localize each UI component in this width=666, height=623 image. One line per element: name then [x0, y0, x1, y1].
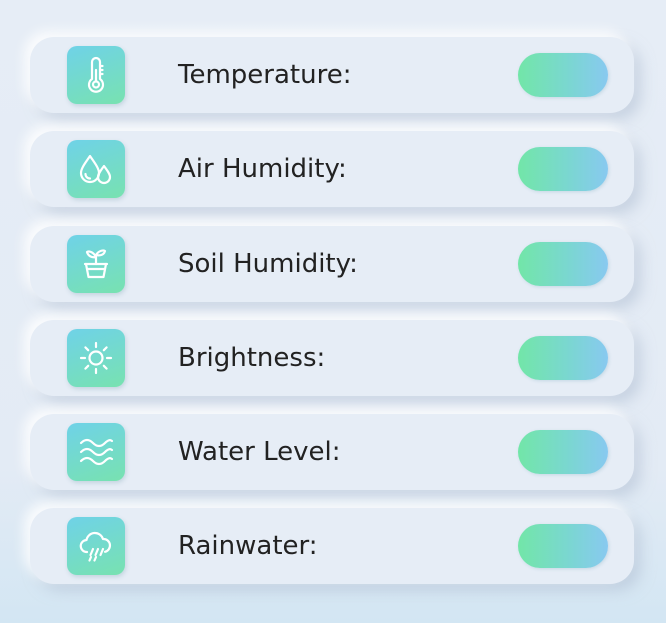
sensor-label: Soil Humidity: — [178, 249, 358, 279]
sensor-label: Water Level: — [178, 437, 341, 467]
sensor-card-brightness: Brightness: — [30, 320, 634, 396]
thermometer-icon — [67, 46, 125, 104]
sensor-value-pill — [518, 524, 608, 568]
sensor-value-pill — [518, 336, 608, 380]
sensor-value-pill — [518, 242, 608, 286]
sensor-label: Rainwater: — [178, 531, 318, 561]
sun-icon — [67, 329, 125, 387]
sensor-card-rainwater: Rainwater: — [30, 508, 634, 584]
sensor-value-pill — [518, 147, 608, 191]
water-drops-icon — [67, 140, 125, 198]
sensor-label: Brightness: — [178, 343, 326, 373]
sensor-label: Temperature: — [178, 60, 352, 90]
rain-cloud-icon — [67, 517, 125, 575]
waves-icon — [67, 423, 125, 481]
sensor-value-pill — [518, 430, 608, 474]
sensor-card-air-humidity: Air Humidity: — [30, 131, 634, 207]
sensor-card-water-level: Water Level: — [30, 414, 634, 490]
sensor-label: Air Humidity: — [178, 154, 347, 184]
sensor-value-pill — [518, 53, 608, 97]
plant-pot-icon — [67, 235, 125, 293]
sensor-card-temperature: Temperature: — [30, 37, 634, 113]
sensor-card-soil-humidity: Soil Humidity: — [30, 226, 634, 302]
